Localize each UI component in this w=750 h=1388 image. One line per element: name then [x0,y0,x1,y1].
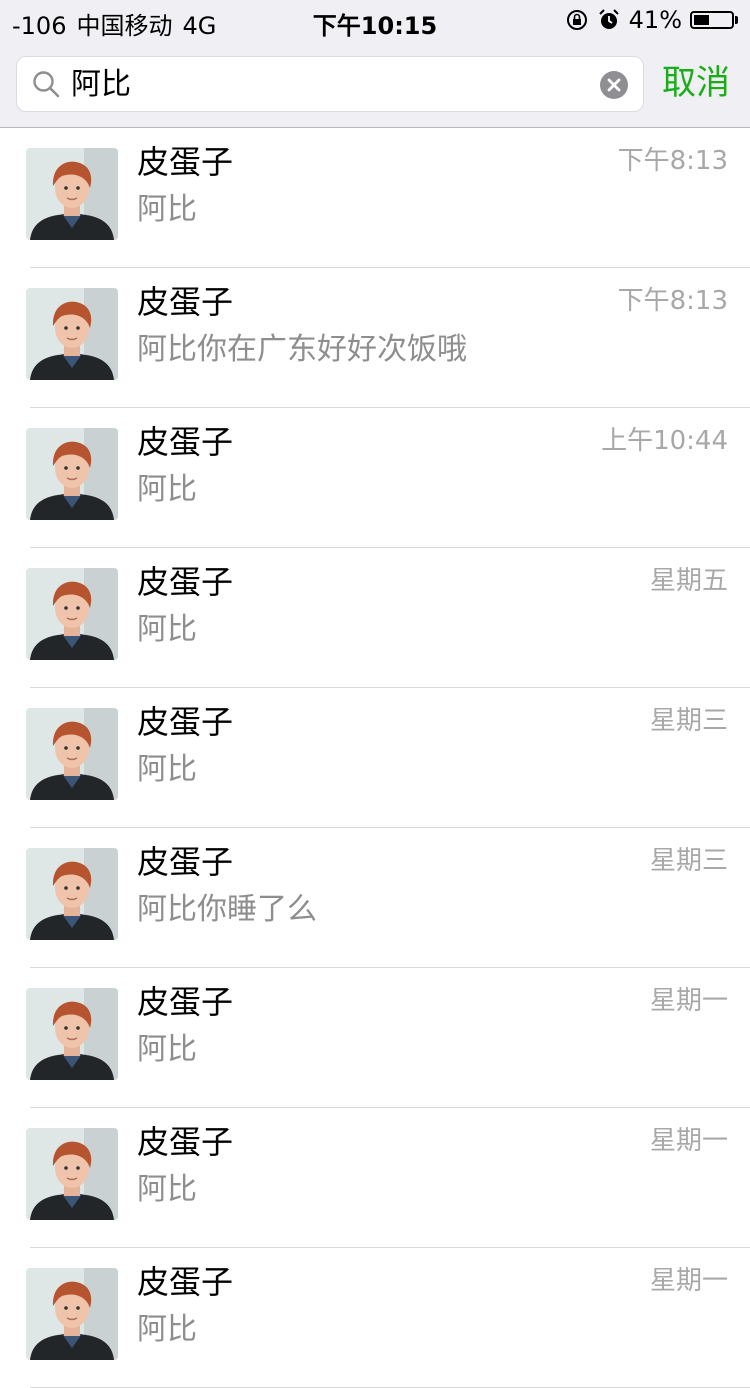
contact-name: 皮蛋子 [137,1123,234,1161]
contact-name: 皮蛋子 [137,423,234,461]
contact-name: 皮蛋子 [137,1263,234,1301]
status-right: 41% [565,6,738,34]
battery-icon [690,11,734,29]
message-snippet: 阿比 [137,612,197,647]
contact-name: 皮蛋子 [137,703,234,741]
battery-cap [735,16,738,24]
avatar [26,708,118,800]
avatar-portrait-icon [26,568,118,660]
avatar [26,428,118,520]
avatar-portrait-icon [26,708,118,800]
avatar [26,568,118,660]
result-row[interactable]: 皮蛋子 星期三 阿比你睡了么 [0,828,750,968]
message-snippet: 阿比 [137,1032,197,1067]
avatar [26,288,118,380]
message-time: 上午10:44 [601,426,728,456]
message-time: 下午8:13 [617,146,728,176]
message-snippet: 阿比你在广东好好次饭哦 [137,332,467,367]
avatar-portrait-icon [26,1128,118,1220]
search-input[interactable]: 阿比 [16,56,644,112]
message-snippet: 阿比 [137,752,197,787]
cancel-button[interactable]: 取消 [662,62,730,104]
alarm-icon [598,9,619,29]
result-row[interactable]: 皮蛋子 星期一 阿比 [0,1108,750,1248]
avatar-portrait-icon [26,988,118,1080]
message-time: 星期一 [649,1126,728,1156]
avatar [26,848,118,940]
avatar [26,988,118,1080]
avatar-portrait-icon [26,1268,118,1360]
rotation-lock-icon [566,10,587,30]
message-snippet: 阿比 [137,1172,197,1207]
avatar-portrait-icon [26,288,118,380]
status-bar: -106 中国移动 4G 下午10:15 41% [0,0,750,40]
avatar [26,1268,118,1360]
clear-search-icon[interactable] [599,70,629,100]
battery-fill [694,15,709,25]
message-snippet: 阿比 [137,192,197,227]
message-time: 星期三 [649,706,728,736]
message-snippet: 阿比你睡了么 [137,892,317,927]
contact-name: 皮蛋子 [137,283,234,321]
message-time: 下午8:13 [617,286,728,316]
result-row[interactable]: 皮蛋子 星期一 阿比 [0,968,750,1108]
top-area: -106 中国移动 4G 下午10:15 41% 阿比 取消 [0,0,750,128]
result-row[interactable]: 皮蛋子 星期三 阿比 [0,688,750,828]
message-time: 星期一 [649,986,728,1016]
result-row[interactable]: 皮蛋子 星期一 阿比 [0,1248,750,1388]
avatar [26,148,118,240]
message-time: 星期五 [649,566,728,596]
battery-percent: 41% [628,6,682,34]
contact-name: 皮蛋子 [137,143,234,181]
search-results-list: 皮蛋子 下午8:13 阿比 皮蛋子 下午8:13 阿比你在广东好好次饭哦 皮蛋子… [0,128,750,1388]
message-snippet: 阿比 [137,472,197,507]
result-row[interactable]: 皮蛋子 星期五 阿比 [0,548,750,688]
message-snippet: 阿比 [137,1312,197,1347]
result-row[interactable]: 皮蛋子 下午8:13 阿比 [0,128,750,268]
search-icon [33,71,60,98]
contact-name: 皮蛋子 [137,843,234,881]
result-row[interactable]: 皮蛋子 下午8:13 阿比你在广东好好次饭哦 [0,268,750,408]
search-value[interactable]: 阿比 [71,67,131,103]
contact-name: 皮蛋子 [137,563,234,601]
avatar-portrait-icon [26,148,118,240]
result-row[interactable]: 皮蛋子 上午10:44 阿比 [0,408,750,548]
message-time: 星期三 [649,846,728,876]
avatar-portrait-icon [26,428,118,520]
avatar [26,1128,118,1220]
avatar-portrait-icon [26,848,118,940]
message-time: 星期一 [649,1266,728,1296]
contact-name: 皮蛋子 [137,983,234,1021]
